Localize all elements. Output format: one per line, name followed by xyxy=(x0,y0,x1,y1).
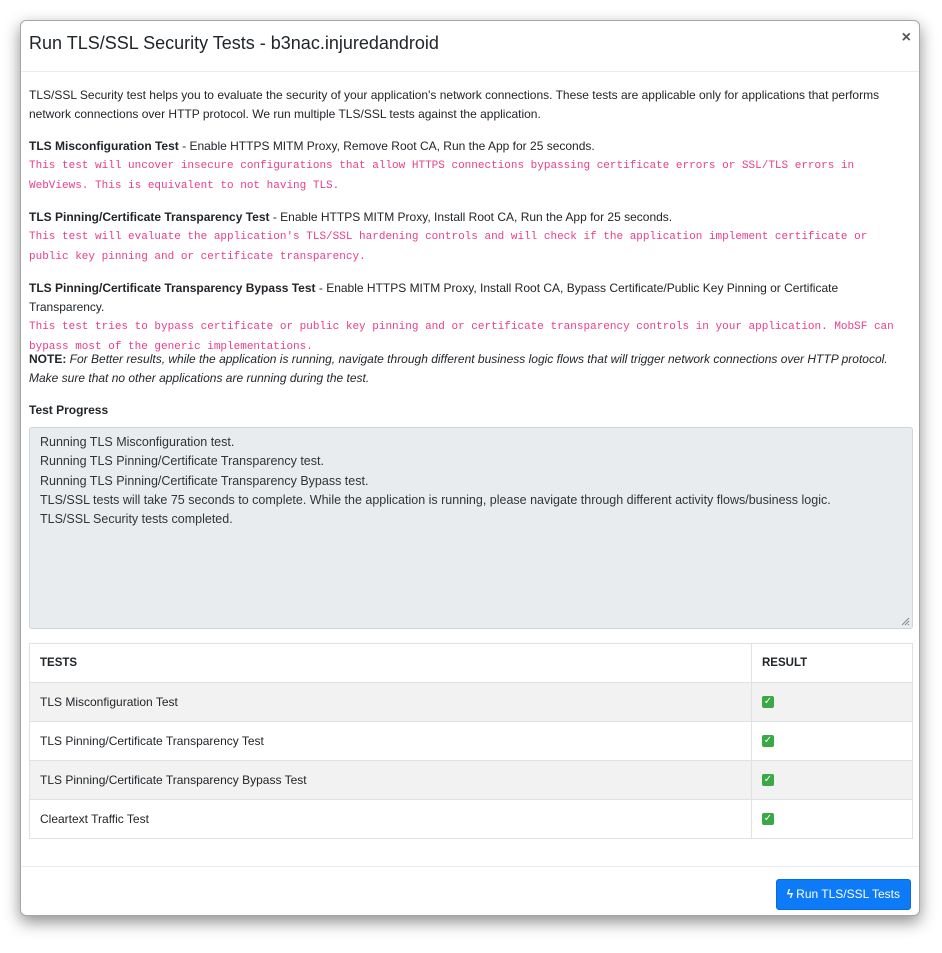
section-bypass: TLS Pinning/Certificate Transparency Byp… xyxy=(29,279,911,357)
progress-line: TLS/SSL tests will take 75 seconds to co… xyxy=(40,492,831,507)
table-header-row: TESTS RESULT xyxy=(29,643,913,683)
resize-grip-icon[interactable] xyxy=(900,616,910,626)
bolt-icon: ϟ xyxy=(786,887,794,901)
section-description: This test will uncover insecure configur… xyxy=(29,160,855,192)
progress-label: Test Progress xyxy=(29,403,109,417)
results-table: TESTS RESULT TLS Misconfiguration Test ✓… xyxy=(29,643,913,839)
section-steps: - Enable HTTPS MITM Proxy, Remove Root C… xyxy=(178,139,595,153)
run-button-label: Run TLS/SSL Tests xyxy=(796,887,900,901)
intro-text: TLS/SSL Security test helps you to evalu… xyxy=(29,88,880,121)
note-label: NOTE: xyxy=(29,352,67,366)
test-name: TLS Pinning/Certificate Transparency Byp… xyxy=(29,760,752,800)
section-pinning: TLS Pinning/Certificate Transparency Tes… xyxy=(29,208,911,267)
table-row: Cleartext Traffic Test ✓ xyxy=(29,799,913,839)
progress-line: Running TLS Pinning/Certificate Transpar… xyxy=(40,473,369,488)
progress-line: TLS/SSL Security tests completed. xyxy=(40,512,233,527)
section-steps: - Enable HTTPS MITM Proxy, Install Root … xyxy=(269,210,673,224)
check-icon: ✓ xyxy=(762,735,774,748)
tls-test-modal: Run TLS/SSL Security Tests - b3nac.injur… xyxy=(20,20,920,916)
run-tls-tests-button[interactable]: ϟ Run TLS/SSL Tests xyxy=(775,879,911,910)
table-row: TLS Misconfiguration Test ✓ xyxy=(29,682,913,722)
check-icon: ✓ xyxy=(762,774,774,787)
table-row: TLS Pinning/Certificate Transparency Tes… xyxy=(29,721,913,761)
test-name: Cleartext Traffic Test xyxy=(29,799,752,839)
test-name: TLS Misconfiguration Test xyxy=(29,682,752,722)
modal-title: Run TLS/SSL Security Tests - b3nac.injur… xyxy=(29,33,439,53)
check-icon: ✓ xyxy=(762,813,774,826)
close-button[interactable]: × xyxy=(902,29,911,47)
modal-header: Run TLS/SSL Security Tests - b3nac.injur… xyxy=(21,21,919,72)
section-misconfig: TLS Misconfiguration Test - Enable HTTPS… xyxy=(29,137,911,196)
check-icon: ✓ xyxy=(762,696,774,709)
section-title: TLS Pinning/Certificate Transparency Byp… xyxy=(29,281,316,295)
header-result: RESULT xyxy=(751,643,913,683)
table-row: TLS Pinning/Certificate Transparency Byp… xyxy=(29,760,913,800)
note-text: For Better results, while the applicatio… xyxy=(29,352,888,385)
progress-line: Running TLS Pinning/Certificate Transpar… xyxy=(40,454,324,469)
progress-line: Running TLS Misconfiguration test. xyxy=(40,435,235,449)
section-title: TLS Pinning/Certificate Transparency Tes… xyxy=(29,210,270,224)
section-description: This test will evaluate the application'… xyxy=(29,231,868,263)
progress-log-textarea[interactable]: Running TLS Misconfiguration test. Runni… xyxy=(29,427,913,629)
test-name: TLS Pinning/Certificate Transparency Tes… xyxy=(29,721,752,761)
note: NOTE: For Better results, while the appl… xyxy=(29,350,911,388)
header-tests: TESTS xyxy=(29,643,752,683)
section-title: TLS Misconfiguration Test xyxy=(29,139,179,153)
modal-footer: ϟ Run TLS/SSL Tests xyxy=(21,866,919,917)
